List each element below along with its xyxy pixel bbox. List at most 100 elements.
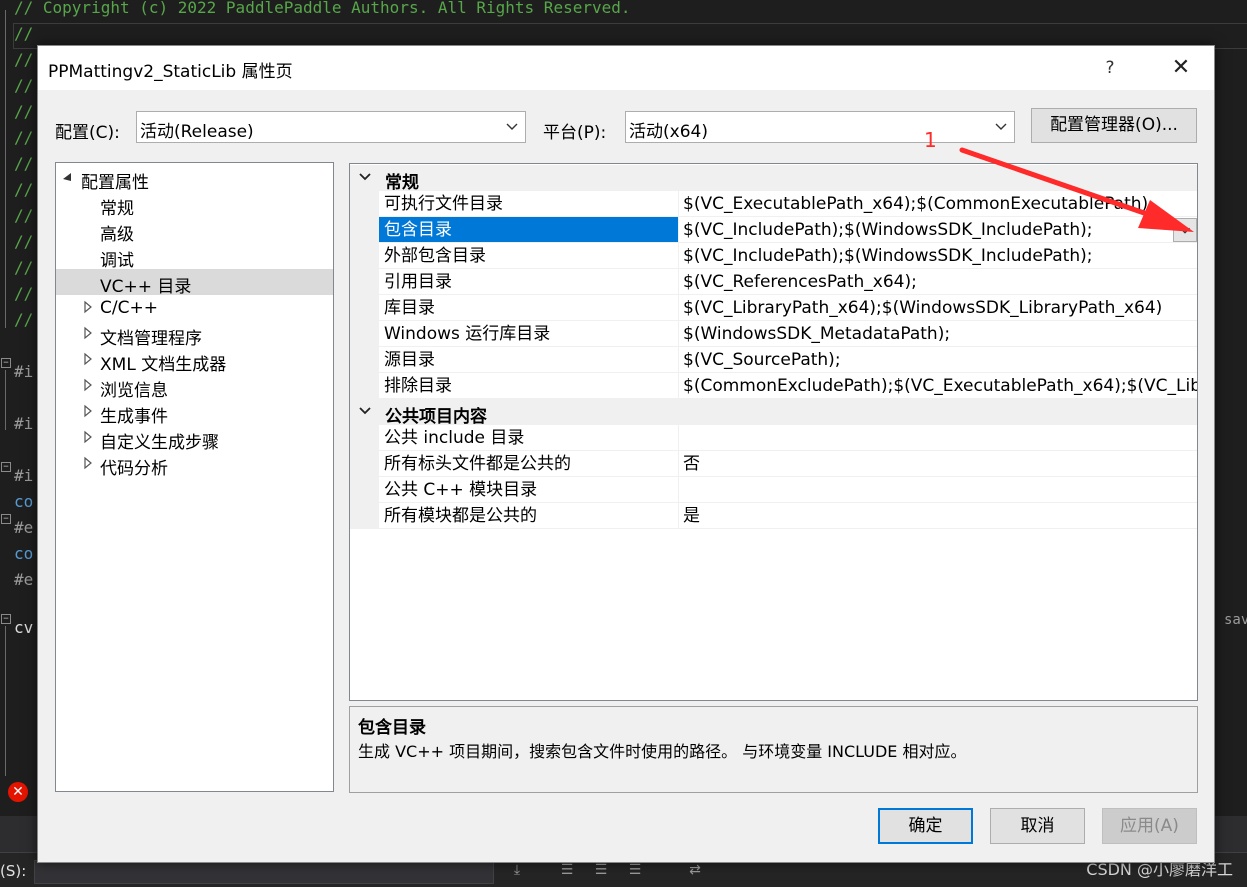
property-value[interactable]: $(VC_IncludePath);$(WindowsSDK_IncludePa… — [678, 217, 1197, 243]
property-row[interactable]: Windows 运行库目录 $(WindowsSDK_MetadataPath); — [350, 321, 1197, 347]
indent-icon[interactable]: ☰ — [556, 862, 578, 882]
apply-button[interactable]: 应用(A) — [1102, 808, 1197, 844]
tree-item[interactable]: XML 文档生成器 — [56, 347, 333, 375]
collapsed-triangle-icon[interactable] — [82, 403, 94, 419]
property-gutter — [350, 451, 379, 477]
replace-icon[interactable]: ⇄ — [684, 862, 706, 882]
property-name[interactable]: 公共 include 目录 — [379, 425, 678, 451]
property-gutter — [350, 347, 379, 373]
tree-item[interactable]: 代码分析 — [56, 451, 333, 479]
tree-item[interactable]: C/C++ — [56, 295, 333, 321]
code-line: // — [14, 180, 34, 199]
property-value[interactable]: $(WindowsSDK_MetadataPath); — [678, 321, 1197, 347]
property-row[interactable]: 公共 C++ 模块目录 — [350, 477, 1197, 503]
platform-value: 活动(x64) — [629, 122, 708, 142]
code-line: cv — [14, 618, 34, 637]
property-value[interactable]: $(VC_SourcePath); — [678, 347, 1197, 373]
property-value[interactable]: $(VC_ReferencesPath_x64); — [678, 269, 1197, 295]
chevron-down-icon — [1179, 227, 1191, 234]
property-value[interactable]: $(CommonExcludePath);$(VC_ExecutablePath… — [678, 373, 1197, 399]
property-name[interactable]: 包含目录 — [379, 217, 678, 243]
help-button[interactable]: ? — [1090, 50, 1130, 86]
close-button[interactable]: ✕ — [1156, 50, 1206, 86]
configuration-select[interactable]: 活动(Release) — [136, 111, 526, 143]
property-value[interactable]: $(VC_LibraryPath_x64);$(WindowsSDK_Libra… — [678, 295, 1197, 321]
tree-item-label: 配置属性 — [81, 173, 149, 193]
tree-item-label: 浏览信息 — [100, 381, 168, 401]
property-row[interactable]: 引用目录 $(VC_ReferencesPath_x64); — [350, 269, 1197, 295]
tree-item-config-properties[interactable]: 配置属性 — [56, 165, 333, 193]
fold-guide — [5, 626, 6, 776]
collapsed-triangle-icon[interactable] — [82, 455, 94, 471]
property-name[interactable]: 源目录 — [379, 347, 678, 373]
chevron-down-icon[interactable] — [358, 404, 372, 418]
property-gutter — [350, 191, 379, 217]
property-value[interactable] — [678, 477, 1197, 503]
chevron-down-icon — [995, 123, 1007, 130]
tree-item[interactable]: 常规 — [56, 191, 333, 219]
property-row[interactable]: 排除目录 $(CommonExcludePath);$(VC_Executable… — [350, 373, 1197, 399]
property-name[interactable]: Windows 运行库目录 — [379, 321, 678, 347]
property-name[interactable]: 所有标头文件都是公共的 — [379, 451, 678, 477]
property-row[interactable]: 可执行文件目录 $(VC_ExecutablePath_x64);$(Common… — [350, 191, 1197, 217]
fold-guide — [5, 370, 6, 430]
property-name[interactable]: 库目录 — [379, 295, 678, 321]
property-name[interactable]: 所有模块都是公共的 — [379, 503, 678, 529]
category-row[interactable]: 常规 — [350, 165, 1197, 193]
cancel-button[interactable]: 取消 — [990, 808, 1085, 844]
tree-item[interactable]: 自定义生成步骤 — [56, 425, 333, 453]
tree-item-label: 调试 — [100, 251, 134, 271]
list-icon[interactable]: ☰ — [624, 862, 646, 882]
property-name[interactable]: 排除目录 — [379, 373, 678, 399]
annotation-number: 1 — [924, 128, 937, 152]
align-bottom-icon[interactable]: ⤓ — [506, 862, 528, 882]
category-row[interactable]: 公共项目内容 — [350, 399, 1197, 427]
collapsed-triangle-icon[interactable] — [82, 325, 94, 341]
tree-item[interactable]: 高级 — [56, 217, 333, 245]
tree-item[interactable]: 调试 — [56, 243, 333, 271]
tree-item[interactable]: 浏览信息 — [56, 373, 333, 401]
fold-toggle-icon[interactable]: − — [1, 514, 11, 524]
property-value[interactable] — [678, 425, 1197, 451]
property-row[interactable]: 外部包含目录 $(VC_IncludePath);$(WindowsSDK_Inc… — [350, 243, 1197, 269]
property-tree: 配置属性 常规 高级调试 VC++ 目录 C/C++ 文档管理程序 XML 文档生成器浏… — [55, 162, 334, 792]
outdent-icon[interactable]: ☰ — [590, 862, 612, 882]
configuration-manager-button[interactable]: 配置管理器(O)... — [1031, 108, 1197, 143]
tree-item[interactable]: VC++ 目录 — [56, 269, 333, 297]
property-name[interactable]: 外部包含目录 — [379, 243, 678, 269]
property-row[interactable]: 源目录 $(VC_SourcePath); — [350, 347, 1197, 373]
property-value[interactable]: 否 — [678, 451, 1197, 477]
category-label: 常规 — [385, 173, 419, 193]
property-gutter — [350, 373, 379, 399]
tree-item[interactable]: 文档管理程序 — [56, 321, 333, 349]
search-input[interactable] — [34, 860, 494, 884]
property-row[interactable]: 包含目录 $(VC_IncludePath);$(WindowsSDK_Inclu… — [350, 217, 1197, 243]
property-gutter — [350, 295, 379, 321]
property-value[interactable]: 是 — [678, 503, 1197, 529]
fold-toggle-icon[interactable]: − — [1, 614, 11, 624]
collapsed-triangle-icon[interactable] — [82, 351, 94, 367]
code-line: #i — [14, 414, 34, 433]
property-gutter — [350, 503, 379, 529]
property-row[interactable]: 库目录 $(VC_LibraryPath_x64);$(WindowsSDK_Li… — [350, 295, 1197, 321]
collapsed-triangle-icon[interactable] — [82, 429, 94, 445]
platform-select[interactable]: 活动(x64) — [625, 111, 1015, 143]
property-name[interactable]: 可执行文件目录 — [379, 191, 678, 217]
code-line: // — [14, 128, 34, 147]
property-name[interactable]: 引用目录 — [379, 269, 678, 295]
property-value[interactable]: $(VC_IncludePath);$(WindowsSDK_IncludePa… — [678, 243, 1197, 269]
property-row[interactable]: 所有模块都是公共的是 — [350, 503, 1197, 529]
property-row[interactable]: 公共 include 目录 — [350, 425, 1197, 451]
collapsed-triangle-icon[interactable] — [82, 299, 94, 315]
property-value[interactable]: $(VC_ExecutablePath_x64);$(CommonExecuta… — [678, 191, 1197, 217]
collapsed-triangle-icon[interactable] — [82, 377, 94, 393]
property-name[interactable]: 公共 C++ 模块目录 — [379, 477, 678, 503]
ok-button[interactable]: 确定 — [878, 808, 973, 844]
chevron-down-icon[interactable] — [358, 170, 372, 184]
fold-toggle-icon[interactable]: − — [1, 462, 11, 472]
fold-toggle-icon[interactable]: − — [1, 358, 11, 368]
value-dropdown-button[interactable] — [1173, 218, 1197, 242]
property-row[interactable]: 所有标头文件都是公共的否 — [350, 451, 1197, 477]
dialog-title: PPMattingv2_StaticLib 属性页 — [48, 62, 293, 82]
tree-item[interactable]: 生成事件 — [56, 399, 333, 427]
